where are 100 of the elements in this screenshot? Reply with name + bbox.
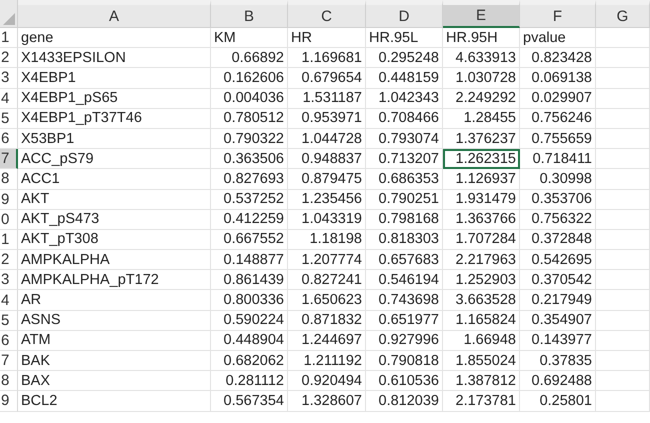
row-header[interactable]: 0: [0, 210, 18, 230]
table-cell: AKT: [18, 190, 211, 210]
table-cell: ACC_pS79: [18, 149, 211, 170]
column-header[interactable]: C: [288, 0, 366, 28]
table-cell: 0.667552: [211, 230, 288, 250]
row-header[interactable]: 5: [0, 108, 18, 129]
row-header[interactable]: 7: [0, 149, 18, 170]
table-cell: 0.029907: [520, 88, 596, 109]
table-cell: 0.657683: [366, 250, 443, 270]
table-cell: 0.412259: [211, 210, 288, 230]
table-cell: 0.708466: [366, 108, 443, 129]
table-cell: [596, 371, 650, 392]
table-cell: 1.707284: [443, 230, 520, 250]
table-cell: 0.448159: [366, 68, 443, 89]
table-cell: X1433EPSILON: [18, 48, 211, 68]
table-cell: gene: [18, 28, 211, 48]
table-cell: 0.818303: [366, 230, 443, 250]
row-header[interactable]: 8: [0, 169, 18, 190]
table-cell: 0.354907: [520, 310, 596, 331]
table-cell: 2.217963: [443, 250, 520, 270]
table-cell: [596, 48, 650, 68]
table-cell: 1.235456: [288, 190, 366, 210]
table-cell: [596, 230, 650, 250]
table-cell: 1.211192: [288, 351, 366, 372]
table-cell: 0.537252: [211, 190, 288, 210]
row-header[interactable]: 2: [0, 48, 18, 68]
table-cell: X4EBP1_pS65: [18, 88, 211, 109]
table-cell: [596, 290, 650, 311]
table-cell: 0.372848: [520, 230, 596, 250]
table-cell: [596, 28, 650, 48]
table-cell: 3.663528: [443, 290, 520, 311]
table-cell: 0.713207: [366, 149, 443, 170]
table-cell: HR: [288, 28, 366, 48]
table-cell: 0.353706: [520, 190, 596, 210]
row-header[interactable]: 5: [0, 310, 18, 331]
table-cell: 0.692488: [520, 371, 596, 392]
table-cell: 1.044728: [288, 128, 366, 150]
table-cell: 1.207774: [288, 250, 366, 270]
table-cell: 0.069138: [520, 68, 596, 89]
row-header[interactable]: 4: [0, 290, 18, 311]
row-header[interactable]: 8: [0, 371, 18, 392]
table-cell: [596, 68, 650, 89]
table-cell: 0.879475: [288, 169, 366, 190]
table-cell: X4EBP1_pT37T46: [18, 108, 211, 129]
row-header[interactable]: 7: [0, 351, 18, 372]
table-cell: 0.755659: [520, 128, 596, 150]
table-cell: [596, 270, 650, 290]
table-cell: 0.686353: [366, 169, 443, 190]
table-cell: 0.800336: [211, 290, 288, 311]
table-cell: ATM: [18, 330, 211, 351]
table-cell: 0.66892: [211, 48, 288, 68]
table-cell: [596, 169, 650, 190]
row-header[interactable]: 9: [0, 391, 18, 412]
table-cell: ACC1: [18, 169, 211, 190]
table-cell: 1.28455: [443, 108, 520, 129]
row-header[interactable]: 6: [0, 128, 18, 150]
table-cell: [596, 351, 650, 372]
table-cell: 4.633913: [443, 48, 520, 68]
table-cell: 1.363766: [443, 210, 520, 230]
column-header[interactable]: F: [520, 0, 596, 28]
column-header[interactable]: G: [596, 0, 650, 28]
row-header[interactable]: 1: [0, 28, 18, 48]
table-cell: 0.542695: [520, 250, 596, 270]
row-header[interactable]: 3: [0, 270, 18, 290]
row-header[interactable]: 9: [0, 190, 18, 210]
table-cell: 1.165824: [443, 310, 520, 331]
table-cell: 0.927996: [366, 330, 443, 351]
table-cell: 0.812039: [366, 391, 443, 412]
row-header[interactable]: 2: [0, 250, 18, 270]
table-cell: [596, 310, 650, 331]
table-cell: 0.780512: [211, 108, 288, 129]
table-cell: HR.95H: [443, 28, 520, 48]
column-header[interactable]: E: [443, 0, 520, 28]
table-cell: AMPKALPHA: [18, 250, 211, 270]
table-cell: AKT_pT308: [18, 230, 211, 250]
table-cell: 0.827241: [288, 270, 366, 290]
row-header[interactable]: 3: [0, 68, 18, 89]
select-all-icon[interactable]: [3, 13, 15, 25]
table-cell: AR: [18, 290, 211, 311]
column-header[interactable]: A: [18, 0, 211, 28]
table-cell: 0.790251: [366, 190, 443, 210]
table-cell: 0.861439: [211, 270, 288, 290]
table-cell: 0.37835: [520, 351, 596, 372]
row-header[interactable]: 1: [0, 230, 18, 250]
table-cell: 0.546194: [366, 270, 443, 290]
table-cell: 1.262315: [443, 149, 520, 170]
table-cell: 1.252903: [443, 270, 520, 290]
row-header[interactable]: 4: [0, 88, 18, 109]
table-cell: [596, 88, 650, 109]
table-cell: [596, 128, 650, 150]
row-header[interactable]: 6: [0, 330, 18, 351]
table-cell: 2.173781: [443, 391, 520, 412]
table-cell: 0.948837: [288, 149, 366, 170]
table-cell: 0.756322: [520, 210, 596, 230]
column-header[interactable]: D: [366, 0, 443, 28]
table-cell: 0.790322: [211, 128, 288, 150]
table-cell: 1.376237: [443, 128, 520, 150]
column-header[interactable]: B: [211, 0, 288, 28]
table-cell: 0.827693: [211, 169, 288, 190]
table-cell: 0.590224: [211, 310, 288, 331]
